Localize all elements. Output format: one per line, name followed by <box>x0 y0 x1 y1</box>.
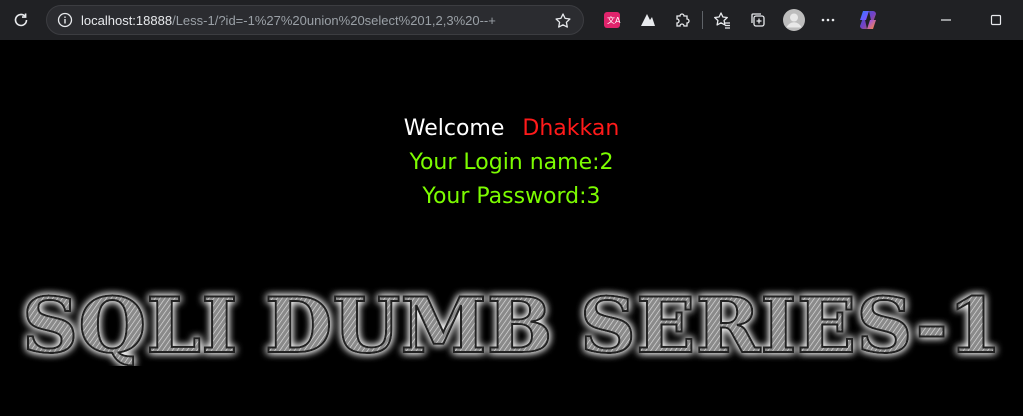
translate-extension-icon[interactable]: 文A <box>598 6 626 34</box>
collections-icon[interactable] <box>744 6 772 34</box>
maximize-icon[interactable] <box>982 6 1010 34</box>
reload-icon[interactable] <box>7 6 35 34</box>
welcome-text: Welcome <box>403 116 505 141</box>
extensions-puzzle-icon[interactable] <box>668 6 696 34</box>
favorites-icon[interactable] <box>708 6 736 34</box>
url-path: /Less-1/?id=-1%27%20union%20select%201,2… <box>172 12 496 28</box>
url-host: localhost:18888 <box>81 12 173 28</box>
login-name-line: Your Login name:2 <box>409 150 614 175</box>
sqli-dumb-series-banner: SQLI DUMB SERIES-1 <box>21 286 1003 366</box>
more-options-icon[interactable] <box>814 6 842 34</box>
address-bar[interactable]: localhost:18888/Less-1/?id=-1%27%20union… <box>46 5 584 35</box>
browser-toolbar: localhost:18888/Less-1/?id=-1%27%20union… <box>0 0 1023 40</box>
welcome-name: Dhakkan <box>522 116 620 141</box>
password-line: Your Password:3 <box>422 184 601 209</box>
star-icon[interactable] <box>549 7 577 35</box>
welcome-line: Welcome Dhakkan <box>0 114 1023 144</box>
site-info-icon[interactable] <box>57 12 73 28</box>
banner-text: SQLI DUMB SERIES-1 <box>22 286 1002 366</box>
minimize-icon[interactable] <box>932 6 960 34</box>
page-content: Welcome Dhakkan Your Login name:2 Your Pa… <box>0 40 1023 416</box>
svg-text:文A: 文A <box>607 15 621 25</box>
mountain-extension-icon[interactable] <box>634 6 662 34</box>
profile-avatar-icon[interactable] <box>780 6 808 34</box>
copilot-icon[interactable] <box>854 6 882 34</box>
toolbar-divider <box>702 11 703 29</box>
